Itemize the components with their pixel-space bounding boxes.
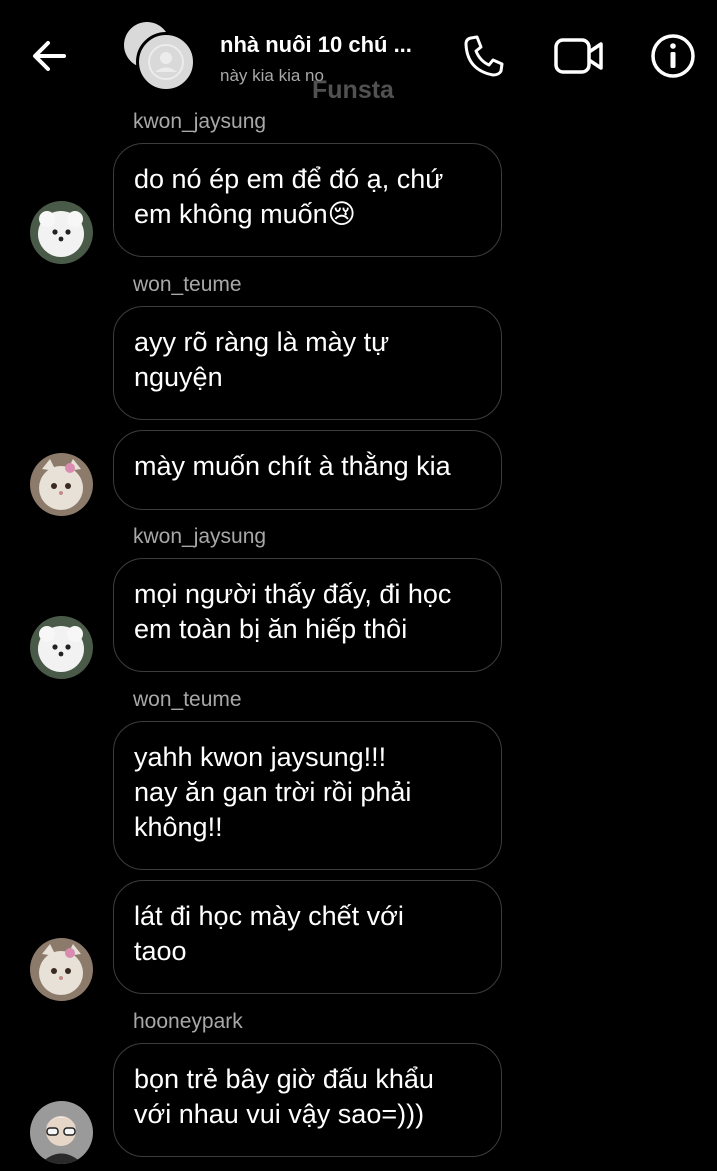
chat-header: nhà nuôi 10 chú ... này kia kia no Funst…	[0, 0, 717, 110]
message-text: ayy rõ ràng là mày tự nguyện	[134, 327, 390, 392]
message-text: mày muốn chít à thằng kia	[134, 451, 451, 481]
voice-call-button[interactable]	[462, 34, 504, 83]
chat-title[interactable]: nhà nuôi 10 chú ...	[220, 32, 412, 58]
group-avatar[interactable]	[124, 22, 196, 92]
watermark: Funsta	[312, 76, 394, 104]
cat-avatar-icon	[30, 453, 93, 516]
message-bubble[interactable]: bọn trẻ bây giờ đấu khẩu với nhau vui vậ…	[113, 1043, 502, 1157]
sender-name: won_teume	[133, 273, 242, 296]
message-bubble[interactable]: mày muốn chít à thằng kia	[113, 430, 502, 510]
video-camera-icon	[554, 38, 603, 74]
avatar[interactable]	[30, 201, 93, 264]
message-text: bọn trẻ bây giờ đấu khẩu với nhau vui vậ…	[134, 1064, 434, 1129]
sender-name: kwon_jaysung	[133, 525, 267, 548]
avatar[interactable]	[30, 616, 93, 679]
message-text: lát đi học mày chết với taoo	[134, 901, 404, 966]
avatar[interactable]	[30, 938, 93, 1001]
avatar[interactable]	[30, 453, 93, 516]
default-user-icon	[148, 44, 184, 80]
message-bubble[interactable]: lát đi học mày chết với taoo	[113, 880, 502, 994]
video-call-button[interactable]	[553, 36, 605, 81]
message-text: do nó ép em để đó ạ, chứ em không muốn😢	[134, 164, 444, 229]
cat-avatar-icon	[30, 938, 93, 1001]
info-button[interactable]	[650, 33, 696, 84]
sender-name: hooneypark	[133, 1010, 243, 1033]
back-button[interactable]	[28, 36, 72, 76]
white-dog-avatar-icon	[30, 616, 93, 679]
message-bubble[interactable]: do nó ép em để đó ạ, chứ em không muốn😢	[113, 143, 502, 257]
sender-name: won_teume	[133, 688, 242, 711]
sender-name: kwon_jaysung	[133, 110, 267, 133]
message-bubble[interactable]: yahh kwon jaysung!!! nay ăn gan trời rồi…	[113, 721, 502, 870]
info-icon	[651, 34, 695, 78]
chat-subtitle: này kia kia no	[220, 66, 324, 85]
message-text: yahh kwon jaysung!!! nay ăn gan trời rồi…	[134, 742, 412, 842]
message-bubble[interactable]: ayy rõ ràng là mày tự nguyện	[113, 306, 502, 420]
message-bubble[interactable]: mọi người thấy đấy, đi học em toàn bị ăn…	[113, 558, 502, 672]
phone-icon	[464, 35, 504, 77]
message-text: mọi người thấy đấy, đi học em toàn bị ăn…	[134, 579, 452, 644]
group-avatar-front	[136, 32, 196, 92]
person-sunglasses-avatar-icon	[30, 1101, 93, 1164]
white-dog-avatar-icon	[30, 201, 93, 264]
avatar[interactable]	[30, 1101, 93, 1164]
arrow-left-icon	[33, 41, 66, 71]
